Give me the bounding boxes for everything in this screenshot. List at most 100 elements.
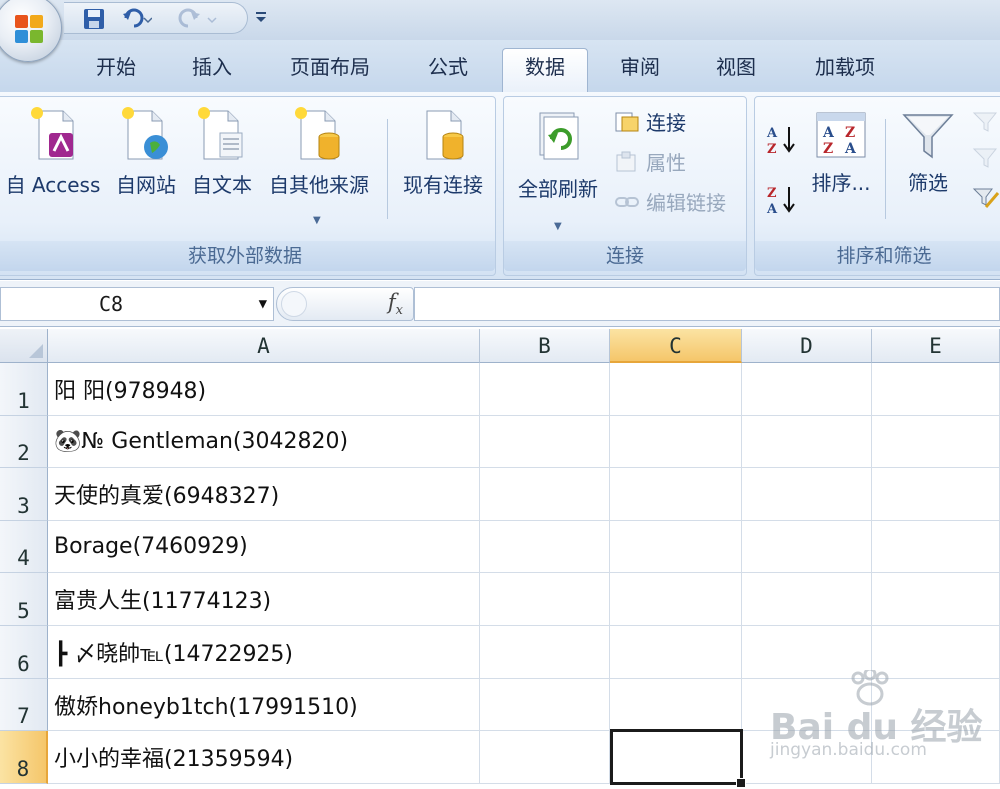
tab-formulas[interactable]: 公式 bbox=[412, 52, 484, 92]
column-header-c[interactable]: C bbox=[610, 329, 742, 363]
cell-a5[interactable]: 富贵人生(11774123) bbox=[48, 573, 480, 626]
cell-c6[interactable] bbox=[610, 626, 742, 679]
cell-b2[interactable] bbox=[480, 416, 610, 468]
tab-add-ins[interactable]: 加载项 bbox=[800, 52, 890, 92]
cell-c1[interactable] bbox=[610, 363, 742, 416]
name-box[interactable]: C8 ▼ bbox=[0, 287, 274, 321]
cell-d2[interactable] bbox=[742, 416, 872, 468]
cell-a7[interactable]: 傲娇honeyb1tch(17991510) bbox=[48, 679, 480, 731]
connections-button[interactable]: 连接 bbox=[614, 107, 686, 136]
cell-e3[interactable] bbox=[872, 468, 1000, 521]
cell-b5[interactable] bbox=[480, 573, 610, 626]
row-header-4[interactable]: 4 bbox=[0, 521, 48, 573]
from-web-button[interactable]: 自网站 bbox=[111, 105, 181, 198]
cell-a1[interactable]: 阳 阳(978948) bbox=[48, 363, 480, 416]
cell-a6[interactable]: ┣ 〆晓帥℡(14722925) bbox=[48, 626, 480, 679]
sort-a-to-z-button[interactable]: AZ bbox=[763, 123, 799, 162]
cell-e4[interactable] bbox=[872, 521, 1000, 573]
edit-links-label: 编辑链接 bbox=[646, 191, 726, 215]
clear-filter-button[interactable] bbox=[971, 109, 1000, 140]
select-all-corner[interactable] bbox=[0, 329, 48, 363]
save-icon[interactable] bbox=[82, 8, 106, 30]
row-number: 5 bbox=[17, 599, 30, 623]
row-header-2[interactable]: 2 bbox=[0, 416, 48, 468]
group-label-sort-filter: 排序和筛选 bbox=[755, 241, 1000, 271]
from-text-button[interactable]: 自文本 bbox=[187, 105, 257, 198]
watermark-url: jingyan.baidu.com bbox=[770, 740, 927, 760]
tab-data[interactable]: 数据 bbox=[502, 48, 588, 92]
refresh-all-label: 全部刷新 bbox=[518, 177, 598, 201]
row-header-1[interactable]: 1 bbox=[0, 363, 48, 416]
name-box-value: C8 bbox=[99, 292, 124, 316]
column-header-b[interactable]: B bbox=[480, 329, 610, 363]
sort-button[interactable]: A Z Z A 排序... bbox=[803, 109, 879, 196]
column-header-a[interactable]: A bbox=[48, 329, 480, 363]
customize-qat-icon[interactable] bbox=[252, 8, 270, 26]
cell-e1[interactable] bbox=[872, 363, 1000, 416]
advanced-filter-button[interactable] bbox=[971, 185, 1000, 216]
row-header-6[interactable]: 6 bbox=[0, 626, 48, 679]
cell-b8[interactable] bbox=[480, 731, 610, 784]
edit-links-button[interactable]: 编辑链接 bbox=[614, 187, 726, 216]
column-header-d[interactable]: D bbox=[742, 329, 872, 363]
cell-c2[interactable] bbox=[610, 416, 742, 468]
reapply-icon bbox=[972, 148, 998, 168]
row-header-7[interactable]: 7 bbox=[0, 679, 48, 731]
web-globe-icon bbox=[122, 107, 168, 160]
reapply-filter-button[interactable] bbox=[971, 145, 1000, 176]
undo-icon[interactable] bbox=[120, 8, 154, 30]
tab-insert[interactable]: 插入 bbox=[176, 52, 248, 92]
group-connections: 全部刷新 ▼ 连接 属性 编辑链接 连接 bbox=[503, 96, 747, 276]
cell-a4[interactable]: Borage(7460929) bbox=[48, 521, 480, 573]
group-label-get-external-data: 获取外部数据 bbox=[0, 241, 495, 271]
sort-z-to-a-button[interactable]: ZA bbox=[763, 183, 799, 222]
row-header-8[interactable]: 8 bbox=[0, 731, 48, 784]
from-access-label: 自 Access bbox=[5, 173, 101, 197]
cell-c7[interactable] bbox=[610, 679, 742, 731]
svg-text:Z: Z bbox=[823, 141, 833, 157]
cell-e5[interactable] bbox=[872, 573, 1000, 626]
filter-funnel-icon bbox=[902, 114, 954, 159]
cell-b3[interactable] bbox=[480, 468, 610, 521]
chevron-down-icon[interactable]: ▼ bbox=[259, 288, 267, 320]
redo-icon[interactable] bbox=[174, 8, 222, 30]
cell-c4[interactable] bbox=[610, 521, 742, 573]
cell-b1[interactable] bbox=[480, 363, 610, 416]
from-access-button[interactable]: 自 Access bbox=[3, 105, 103, 198]
cell-e2[interactable] bbox=[872, 416, 1000, 468]
formula-input[interactable] bbox=[414, 287, 1000, 321]
chevron-down-icon: ▼ bbox=[313, 215, 321, 226]
tab-view[interactable]: 视图 bbox=[700, 52, 772, 92]
column-header-e[interactable]: E bbox=[872, 329, 1000, 363]
cell-b4[interactable] bbox=[480, 521, 610, 573]
cell-a2[interactable]: 🐼№ Gentleman(3042820) bbox=[48, 416, 480, 468]
cell-c3[interactable] bbox=[610, 468, 742, 521]
filter-button[interactable]: 筛选 bbox=[893, 109, 963, 196]
cell-c5[interactable] bbox=[610, 573, 742, 626]
from-other-sources-label: 自其他来源 bbox=[269, 173, 369, 197]
cell-d1[interactable] bbox=[742, 363, 872, 416]
row-header-3[interactable]: 3 bbox=[0, 468, 48, 521]
svg-text:Z: Z bbox=[845, 125, 855, 141]
advanced-filter-icon bbox=[972, 188, 1000, 208]
cell-d3[interactable] bbox=[742, 468, 872, 521]
cell-d5[interactable] bbox=[742, 573, 872, 626]
row-number: 8 bbox=[16, 757, 30, 781]
cell-d4[interactable] bbox=[742, 521, 872, 573]
row-number: 6 bbox=[17, 652, 30, 676]
row-header-5[interactable]: 5 bbox=[0, 573, 48, 626]
svg-text:A: A bbox=[822, 125, 835, 141]
cell-b6[interactable] bbox=[480, 626, 610, 679]
refresh-all-button[interactable]: 全部刷新 ▼ bbox=[510, 109, 606, 232]
properties-button[interactable]: 属性 bbox=[614, 147, 686, 176]
cell-a3[interactable]: 天使的真爱(6948327) bbox=[48, 468, 480, 521]
active-cell-c8[interactable] bbox=[610, 729, 746, 788]
cell-b7[interactable] bbox=[480, 679, 610, 731]
from-other-sources-button[interactable]: 自其他来源 ▼ bbox=[263, 105, 375, 226]
cell-a8[interactable]: 小小的幸福(21359594) bbox=[48, 731, 480, 784]
tab-home[interactable]: 开始 bbox=[80, 52, 152, 92]
tab-page-layout[interactable]: 页面布局 bbox=[280, 52, 380, 92]
insert-function-button[interactable]: fx bbox=[276, 287, 414, 321]
existing-connections-button[interactable]: 现有连接 bbox=[393, 105, 493, 198]
tab-review[interactable]: 审阅 bbox=[604, 52, 676, 92]
